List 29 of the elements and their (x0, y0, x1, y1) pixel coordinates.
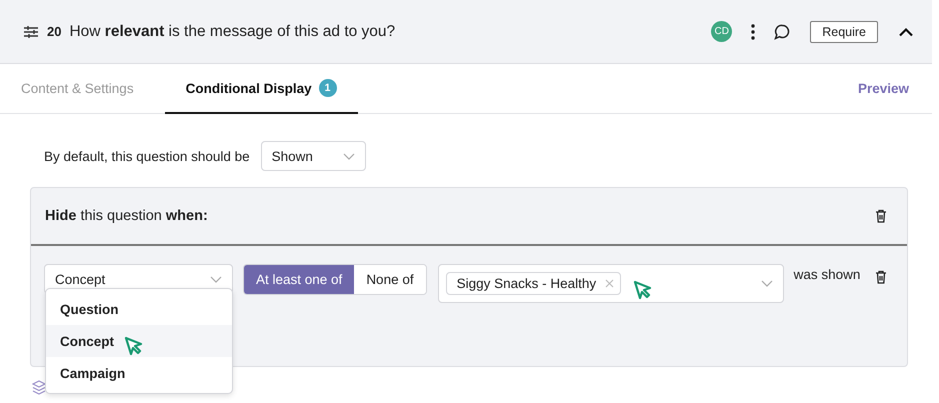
chevron-down-icon (342, 152, 355, 160)
trash-icon[interactable] (875, 209, 887, 223)
concept-multiselect[interactable]: Siggy Snacks - Healthy (438, 264, 784, 303)
cursor-icon (633, 280, 654, 300)
chevron-down-icon (760, 280, 773, 287)
default-label: By default, this question should be (44, 148, 250, 164)
sliders-icon[interactable] (24, 26, 38, 38)
tab[interactable]: Conditional Display 1 (164, 64, 358, 114)
concept-tag: Siggy Snacks - Healthy (446, 272, 622, 295)
more-icon[interactable] (751, 24, 756, 40)
avatar: CD (711, 21, 732, 42)
chevron-down-icon (210, 276, 222, 282)
menu-item[interactable]: Concept (46, 325, 232, 357)
count-badge: 1 (318, 79, 337, 97)
mode-toggle[interactable]: At least one of (244, 265, 354, 294)
menu-item[interactable]: Question (46, 293, 232, 325)
menu-item[interactable]: Campaign (46, 357, 232, 389)
collapse-icon[interactable] (898, 26, 914, 36)
question-text: How relevant is the message of this ad to you? (69, 22, 396, 40)
trash-icon[interactable] (875, 270, 887, 284)
layers-icon[interactable] (32, 380, 46, 396)
require-button[interactable]: Require (810, 20, 878, 42)
preview-link[interactable]: Preview (858, 64, 909, 113)
cursor-icon (124, 336, 144, 356)
question-number: 20 (47, 24, 62, 39)
condition-suffix: was shown (794, 267, 860, 282)
visibility-select[interactable]: Shown (260, 141, 366, 171)
rule-title: Hide this question when: (45, 208, 208, 224)
comment-icon[interactable] (774, 24, 790, 40)
